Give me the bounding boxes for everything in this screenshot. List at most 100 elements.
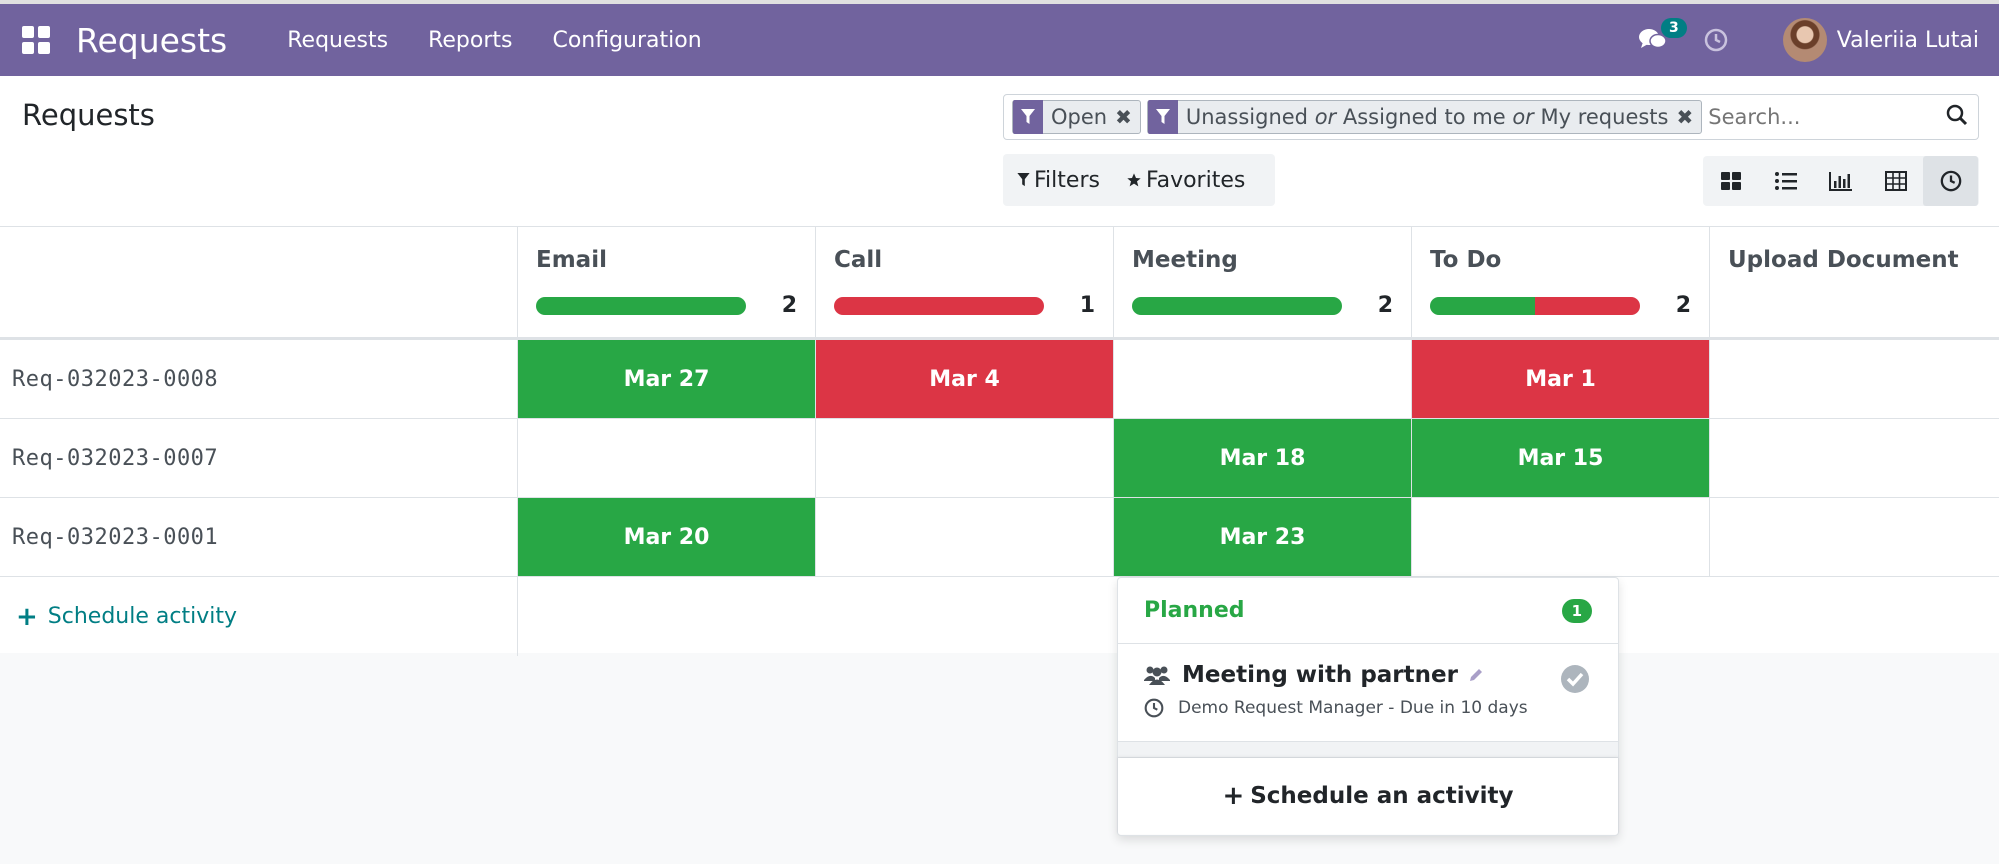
activity-cell[interactable] [1114,340,1412,418]
messaging-menu[interactable]: 3 [1633,18,1687,60]
menu-requests[interactable]: Requests [287,28,388,53]
record-name[interactable]: Req-032023-0007 [0,419,518,497]
activity-cell[interactable]: Mar 23 [1114,498,1412,576]
menu-configuration[interactable]: Configuration [552,28,701,53]
section-title: Planned [1144,598,1245,623]
search-options: Filters Favorites [1003,154,1275,206]
section-count-badge: 1 [1561,598,1592,623]
clock-icon [1144,698,1164,718]
facet-assignment: Unassigned or Assigned to me or My reque… [1146,100,1703,134]
facet-open: Open ✖ [1012,100,1141,134]
progress-bar[interactable] [834,296,1044,315]
kanban-icon [1720,172,1741,190]
activity-cell[interactable]: Mar 18 [1114,419,1412,497]
column-count: 2 [1675,293,1691,318]
column-header-todo[interactable]: To Do 2 [1412,227,1710,337]
user-name[interactable]: Valeriia Lutai [1837,28,1979,53]
activity-cell[interactable]: Mar 4 [816,340,1114,418]
column-title: To Do [1430,247,1502,273]
progress-bar[interactable] [536,296,746,315]
popover-separator [1118,742,1618,758]
control-panel: Requests Open ✖ Unassigned or Assigned t… [0,76,1999,227]
messages-count-badge: 3 [1661,18,1687,38]
table-icon [1884,171,1907,191]
activity-item: Meeting with partner Demo Request Manage… [1118,644,1618,742]
facet-label: Open [1051,105,1108,129]
activity-popover: Planned 1 Meeting with partner Demo Requ… [1117,577,1619,836]
user-avatar[interactable] [1782,18,1827,62]
filter-icon [1013,100,1043,134]
activity-cell[interactable] [816,498,1114,576]
activity-cell[interactable] [1710,498,1999,576]
progress-bar[interactable] [1430,296,1640,315]
column-count: 2 [781,293,797,318]
column-header-call[interactable]: Call 1 [816,227,1114,337]
activity-cell[interactable] [1412,498,1710,576]
activity-meta: Demo Request Manager - Due in 10 days [1178,698,1528,718]
view-switcher [1703,156,1979,206]
remove-facet-icon[interactable]: ✖ [1676,105,1701,129]
table-row: Req-032023-0007 Mar 18 Mar 15 [0,419,1999,498]
search-input[interactable] [1708,105,1919,129]
mark-done-icon[interactable] [1560,664,1590,698]
column-count: 1 [1079,293,1095,318]
activity-cell[interactable] [1710,419,1999,497]
activity-cell[interactable]: Mar 20 [518,498,816,576]
table-row: Req-032023-0008 Mar 27 Mar 4 Mar 1 [0,340,1999,419]
filter-icon [1147,100,1178,134]
activity-cell[interactable] [1710,340,1999,418]
schedule-an-activity-button[interactable]: + Schedule an activity [1118,758,1618,834]
graph-view-button[interactable] [1813,156,1868,206]
header-spacer [0,227,518,337]
planned-section-header: Planned 1 [1118,578,1618,644]
activity-name: Meeting with partner [1182,662,1458,688]
activity-cell[interactable] [518,419,816,497]
star-icon [1127,173,1141,187]
record-name[interactable]: Req-032023-0008 [0,340,518,418]
activity-cell[interactable]: Mar 15 [1412,419,1710,497]
plus-icon: + [16,601,38,632]
activity-view-button[interactable] [1923,156,1978,206]
filter-icon [1017,173,1030,187]
top-navbar: Requests Requests Reports Configuration … [0,0,1999,76]
plus-icon: + [1222,781,1245,811]
search-bar[interactable]: Open ✖ Unassigned or Assigned to me or M… [1003,94,1979,140]
filters-button[interactable]: Filters [1017,168,1100,193]
column-title: Upload Document [1728,247,1959,273]
activity-grid: Email 2 Call 1 Meeting 2 To Do 2 Upload … [0,227,1999,656]
column-title: Meeting [1132,247,1238,273]
column-title: Call [834,247,883,273]
column-count: 2 [1377,293,1393,318]
list-view-button[interactable] [1758,156,1813,206]
progress-bar[interactable] [1132,296,1342,315]
schedule-activity-link[interactable]: + Schedule activity [0,577,518,656]
facet-label: Unassigned or Assigned to me or My reque… [1185,105,1669,129]
column-header-email[interactable]: Email 2 [518,227,816,337]
app-brand[interactable]: Requests [76,21,227,60]
bar-chart-icon [1828,172,1852,191]
table-row: Req-032023-0001 Mar 20 Mar 23 [0,498,1999,577]
app-grid-icon[interactable] [18,22,54,58]
activity-menu[interactable] [1699,23,1733,57]
activity-cell[interactable]: Mar 27 [518,340,816,418]
edit-icon[interactable] [1468,667,1484,683]
record-name[interactable]: Req-032023-0001 [0,498,518,576]
list-icon [1774,172,1797,190]
favorites-button[interactable]: Favorites [1126,168,1245,193]
search-icon[interactable] [1946,104,1968,130]
clock-icon [1940,170,1961,192]
activity-cell[interactable] [816,419,1114,497]
column-header-upload-document[interactable]: Upload Document [1710,227,1999,337]
kanban-view-button[interactable] [1703,156,1758,206]
remove-facet-icon[interactable]: ✖ [1115,105,1140,129]
users-icon [1144,666,1170,685]
column-title: Email [536,247,607,273]
grid-header: Email 2 Call 1 Meeting 2 To Do 2 Upload … [0,227,1999,340]
activity-cell[interactable]: Mar 1 [1412,340,1710,418]
menu-reports[interactable]: Reports [428,28,512,53]
pivot-view-button[interactable] [1868,156,1923,206]
page-title: Requests [22,98,155,132]
column-header-meeting[interactable]: Meeting 2 [1114,227,1412,337]
clock-icon [1704,28,1727,52]
schedule-row: + Schedule activity [0,577,1999,656]
